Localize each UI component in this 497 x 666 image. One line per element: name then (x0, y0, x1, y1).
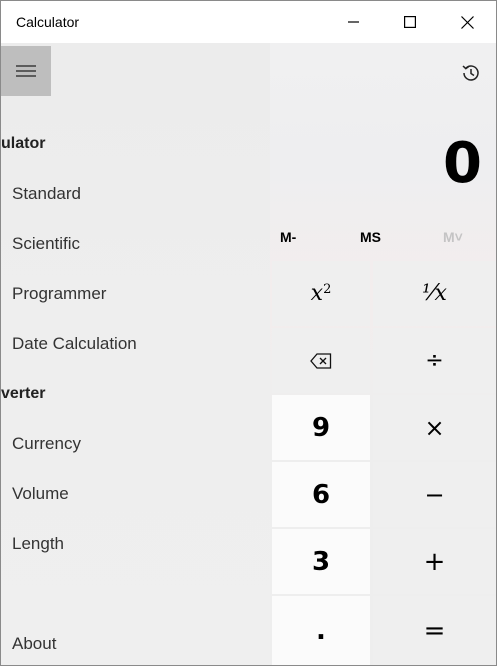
nav-item-programmer[interactable]: Programmer (1, 274, 270, 314)
memory-subtract-button[interactable]: M- (280, 229, 296, 245)
memory-store-button[interactable]: MS (360, 229, 381, 245)
minimize-button[interactable] (326, 1, 382, 43)
memory-row: M- MS M˅ (271, 229, 496, 249)
history-icon (462, 65, 479, 81)
nav-item-volume[interactable]: Volume (1, 474, 270, 514)
nav-item-scientific[interactable]: Scientific (1, 224, 270, 264)
decimal-key[interactable]: . (272, 596, 370, 665)
divide-key[interactable]: ÷ (373, 328, 496, 393)
title-bar: Calculator (1, 1, 496, 43)
digit-3-key[interactable]: 3 (272, 529, 370, 594)
square-key-label: x (310, 281, 324, 306)
digit-9-key[interactable]: 9 (272, 395, 370, 460)
maximize-button[interactable] (382, 1, 438, 43)
subtract-key-label: − (424, 480, 445, 509)
minimize-icon (348, 21, 359, 23)
nav-item-date-calculation[interactable]: Date Calculation (1, 324, 270, 364)
window-title: Calculator (16, 14, 80, 30)
nav-heading-converter: verter (1, 385, 46, 402)
equals-key[interactable]: = (373, 596, 496, 665)
reciprocal-key-label: ⅟x (422, 281, 447, 306)
digit-6-label: 6 (311, 479, 331, 510)
add-key-label: + (423, 546, 446, 577)
keypad: x2 ⅟x ÷ 9 × 6 − 3 + . = (271, 260, 496, 665)
nav-item-standard[interactable]: Standard (1, 174, 270, 214)
history-button[interactable] (451, 55, 491, 91)
maximize-icon (404, 16, 416, 28)
square-key-exponent: 2 (323, 282, 332, 297)
multiply-key[interactable]: × (373, 395, 496, 460)
digit-3-label: 3 (311, 546, 331, 577)
close-button[interactable] (439, 1, 495, 43)
menu-button[interactable] (1, 46, 51, 96)
equals-key-label: = (423, 615, 446, 646)
subtract-key[interactable]: − (373, 462, 496, 527)
digit-9-label: 9 (311, 412, 331, 443)
square-key[interactable]: x2 (272, 261, 370, 326)
divide-key-label: ÷ (425, 348, 444, 373)
navigation-pane: ulator Standard Scientific Programmer Da… (1, 43, 270, 665)
nav-heading-calculator: ulator (1, 135, 46, 152)
digit-6-key[interactable]: 6 (272, 462, 370, 527)
add-key[interactable]: + (373, 529, 496, 594)
calculator-window: Calculator 0 M- MS M˅ x2 ⅟x ÷ 9 × 6 − 3 … (0, 0, 497, 666)
display-value: 0 (443, 131, 482, 196)
backspace-icon (310, 352, 332, 369)
nav-item-length[interactable]: Length (1, 524, 270, 564)
close-icon (460, 15, 474, 29)
hamburger-icon (16, 65, 36, 77)
backspace-key[interactable] (272, 328, 370, 393)
nav-item-currency[interactable]: Currency (1, 424, 270, 464)
nav-item-about[interactable]: About (1, 624, 270, 664)
multiply-key-label: × (424, 413, 445, 442)
decimal-key-label: . (316, 615, 326, 646)
reciprocal-key[interactable]: ⅟x (373, 261, 496, 326)
memory-view-button[interactable]: M˅ (443, 229, 463, 245)
